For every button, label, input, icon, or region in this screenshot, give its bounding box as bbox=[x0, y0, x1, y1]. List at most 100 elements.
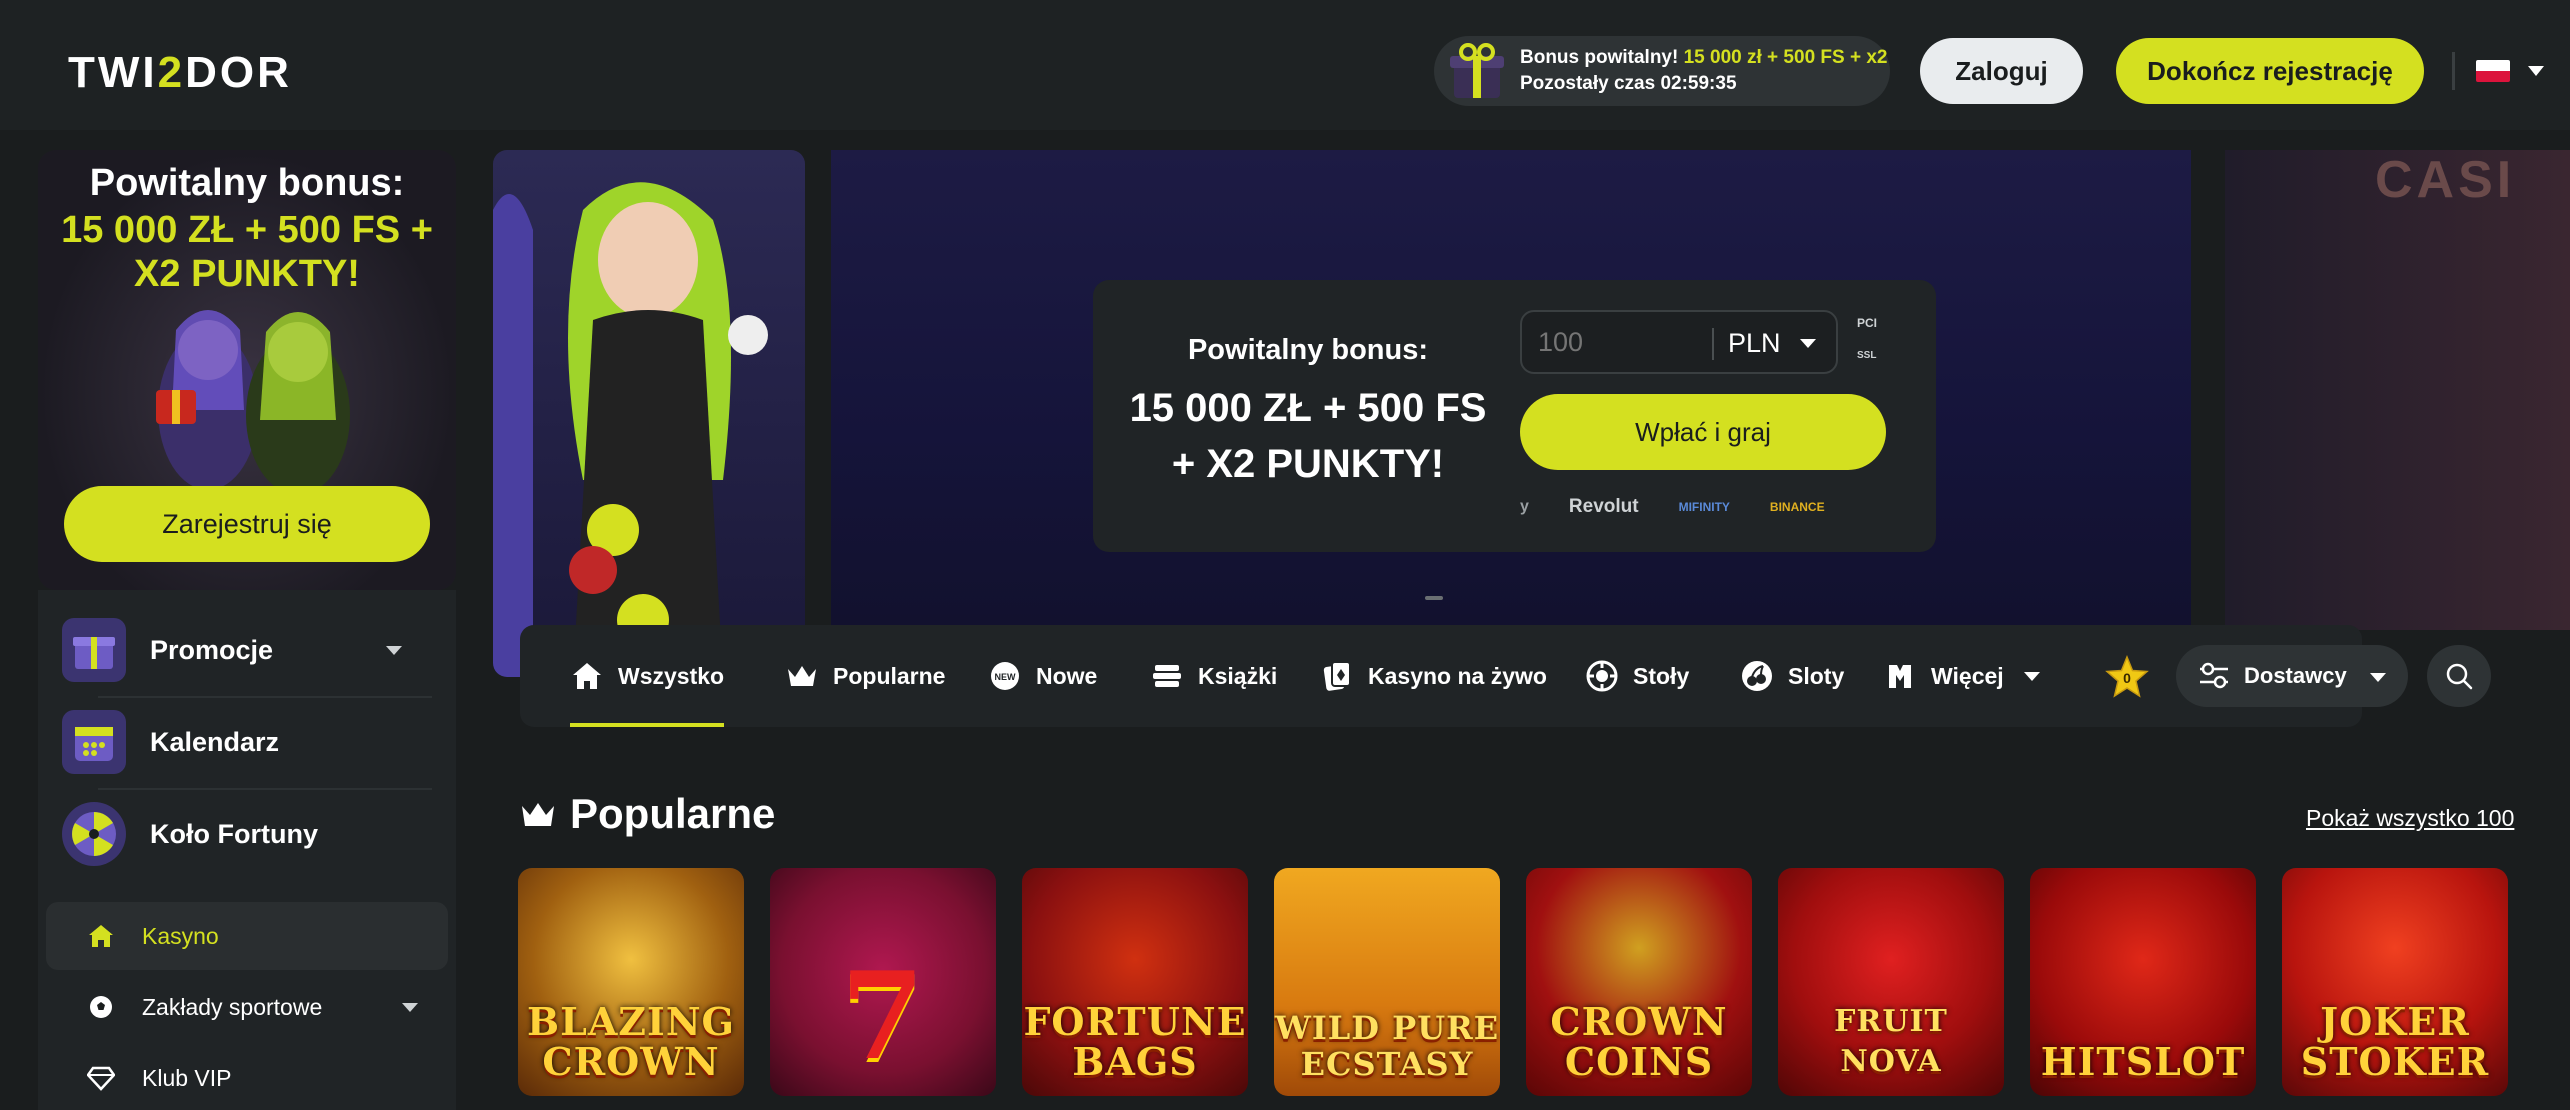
filter-sliders-icon bbox=[2200, 662, 2228, 689]
deposit-and-play-button[interactable]: Wpłać i graj bbox=[1520, 394, 1886, 470]
chevron-down-icon[interactable] bbox=[1800, 339, 1816, 348]
chevron-down-icon[interactable] bbox=[2528, 66, 2544, 76]
search-button[interactable] bbox=[2427, 645, 2491, 707]
quick-deposit-card: Powitalny bonus: 15 000 ZŁ + 500 FS + X2… bbox=[1093, 280, 1936, 552]
tab-books[interactable]: Książki bbox=[1150, 625, 1277, 727]
sidebar-nav-casino[interactable]: Kasyno bbox=[46, 902, 448, 970]
game-title: CROWN COINS bbox=[1550, 999, 1728, 1084]
hero-right-panel: CASI bbox=[2225, 150, 2570, 630]
bonus-timer-pill[interactable]: Bonus powitalny! 15 000 zł + 500 FS + x2… bbox=[1434, 36, 1890, 106]
tab-all[interactable]: Wszystko bbox=[570, 625, 725, 727]
game-title: JOKER STOKER bbox=[2300, 999, 2490, 1084]
tab-label: Popularne bbox=[833, 662, 946, 689]
gift-box-icon bbox=[1450, 43, 1504, 98]
sidebar-nav-label: Kasyno bbox=[142, 922, 219, 949]
logo-text-left: TWI bbox=[68, 48, 158, 97]
tab-label: Nowe bbox=[1036, 662, 1098, 689]
providers-dropdown[interactable]: Dostawcy bbox=[2176, 645, 2408, 707]
game-tile[interactable]: FORTUNE BAGS bbox=[1022, 868, 1248, 1096]
amount-input[interactable] bbox=[1538, 324, 1708, 360]
login-button[interactable]: Zaloguj bbox=[1920, 38, 2083, 104]
popular-section-header: Popularne bbox=[520, 790, 775, 838]
providers-label: Dostawcy bbox=[2244, 663, 2347, 688]
crown-icon bbox=[522, 803, 554, 826]
game-title: FRUIT NOVA bbox=[1834, 1004, 1948, 1079]
chevron-down-icon[interactable] bbox=[386, 646, 402, 655]
promo-characters-illustration bbox=[156, 310, 350, 490]
game-tile[interactable]: HITSLOT bbox=[2030, 868, 2256, 1096]
promo-subtitle: 15 000 ZŁ + 500 FS + X2 PUNKTY! bbox=[38, 208, 456, 296]
calendar-icon bbox=[62, 710, 126, 774]
sidebar-promo-card[interactable]: Powitalny bonus: 15 000 ZŁ + 500 FS + X2… bbox=[38, 150, 456, 590]
deposit-bonus-line-2: + X2 PUNKTY! bbox=[1171, 442, 1445, 486]
carousel-dot[interactable] bbox=[1425, 596, 1443, 600]
tab-slots[interactable]: Sloty bbox=[1740, 625, 1844, 727]
chevron-down-icon[interactable] bbox=[402, 1003, 418, 1012]
bonus-label: Bonus powitalny! bbox=[1520, 47, 1679, 68]
sidebar-item-promotions[interactable]: Promocje bbox=[62, 606, 432, 694]
top-header: TWI 2 DOR Bonus powitalny! 15 000 zł + 5… bbox=[0, 0, 2570, 130]
home-icon bbox=[86, 921, 116, 951]
tab-label: Wszystko bbox=[618, 662, 725, 689]
sidebar-item-fortune-wheel[interactable]: Koło Fortuny bbox=[62, 790, 432, 878]
sidebar-item-label: Koło Fortuny bbox=[150, 818, 318, 849]
game-title: 7 bbox=[840, 946, 926, 1087]
game-tile[interactable]: FRUIT NOVA bbox=[1778, 868, 2004, 1096]
hero-character-art bbox=[493, 150, 805, 677]
tab-tables[interactable]: Stoły bbox=[1585, 625, 1689, 727]
bonus-timer: Pozostały czas 02:59:35 bbox=[1520, 73, 1737, 94]
payment-logo: y bbox=[1520, 498, 1529, 515]
home-icon bbox=[570, 659, 604, 693]
binance-logo: BINANCE bbox=[1769, 500, 1825, 514]
poland-flag-icon[interactable] bbox=[2476, 60, 2510, 82]
register-button[interactable]: Zarejestruj się bbox=[64, 486, 430, 562]
payment-methods: y Revolut MIFINITY BINANCE bbox=[1520, 492, 1900, 522]
site-logo[interactable]: TWI 2 DOR bbox=[68, 48, 292, 98]
more-icon bbox=[1883, 659, 1917, 693]
tab-new[interactable]: NEW Nowe bbox=[988, 625, 1097, 727]
divider bbox=[1712, 328, 1714, 360]
show-all-link[interactable]: Pokaż wszystko 100 bbox=[2306, 805, 2514, 832]
logo-text-right: DOR bbox=[185, 48, 292, 97]
game-tile[interactable]: WILD PURE ECSTASY bbox=[1274, 868, 1500, 1096]
chevron-down-icon bbox=[2370, 673, 2386, 682]
slot-cherry-icon bbox=[1740, 659, 1774, 693]
game-tile[interactable]: BLAZING CROWN bbox=[518, 868, 744, 1096]
sidebar-nav-label: Klub VIP bbox=[142, 1064, 232, 1091]
tab-label: Więcej bbox=[1931, 662, 2004, 689]
sidebar-nav-vip[interactable]: Klub VIP bbox=[46, 1044, 448, 1110]
deposit-bonus-line-1: 15 000 ZŁ + 500 FS bbox=[1129, 386, 1487, 430]
favorites-count: 0 bbox=[2123, 670, 2131, 686]
deposit-bonus-text: 15 000 ZŁ + 500 FS + X2 PUNKTY! bbox=[1115, 380, 1501, 492]
tab-popular[interactable]: Popularne bbox=[785, 625, 945, 727]
new-badge-icon: NEW bbox=[988, 659, 1022, 693]
game-title: BLAZING CROWN bbox=[526, 999, 736, 1084]
tab-label: Książki bbox=[1198, 662, 1278, 689]
logo-text-mid: 2 bbox=[157, 48, 186, 97]
soccer-ball-icon bbox=[86, 992, 116, 1022]
chevron-down-icon[interactable] bbox=[2023, 671, 2040, 681]
ssl-lock-icon: SSL bbox=[1857, 350, 1877, 361]
books-icon bbox=[1150, 659, 1184, 693]
game-tile[interactable]: JOKER STOKER bbox=[2282, 868, 2508, 1096]
category-bar: Wszystko Popularne NEW Nowe Książki Kasy… bbox=[520, 625, 2491, 727]
tab-live-casino[interactable]: Kasyno na żywo bbox=[1320, 625, 1547, 727]
finish-registration-button[interactable]: Dokończ rejestrację bbox=[2116, 38, 2424, 104]
tab-label: Kasyno na żywo bbox=[1368, 662, 1547, 689]
hero-character-illustration bbox=[493, 182, 768, 677]
bonus-value: 15 000 zł + 500 FS + x2 bbox=[1683, 47, 1888, 68]
search-icon bbox=[2446, 663, 2473, 690]
tab-more[interactable]: Więcej bbox=[1883, 625, 2040, 727]
currency-select[interactable]: PLN bbox=[1728, 328, 1781, 359]
sidebar-nav-label: Zakłady sportowe bbox=[142, 993, 323, 1020]
mifinity-logo: MIFINITY bbox=[1678, 500, 1730, 514]
favorites-star-icon[interactable]: 0 bbox=[2105, 655, 2149, 699]
sidebar-item-calendar[interactable]: Kalendarz bbox=[62, 698, 432, 786]
bonus-text: Bonus powitalny! 15 000 zł + 500 FS + x2 bbox=[1520, 47, 1887, 69]
gift-box-icon bbox=[62, 618, 126, 682]
sidebar-nav-sports[interactable]: Zakłady sportowe bbox=[46, 973, 448, 1041]
crown-icon bbox=[785, 659, 819, 693]
game-tile[interactable]: CROWN COINS bbox=[1526, 868, 1752, 1096]
game-tile[interactable]: 7 bbox=[770, 868, 996, 1096]
game-title: HITSLOT bbox=[2040, 1039, 2246, 1084]
